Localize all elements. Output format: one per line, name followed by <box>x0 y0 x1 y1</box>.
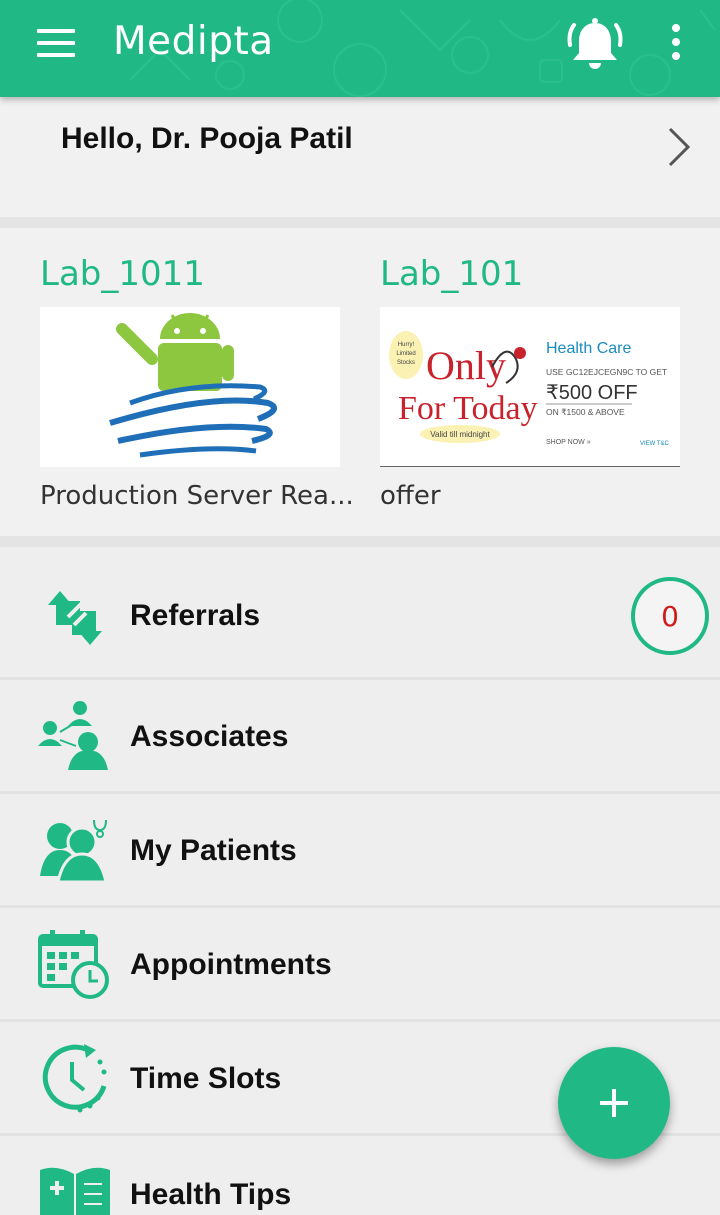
lab-name: Lab_101 <box>380 254 524 294</box>
menu-label: Referrals <box>130 599 261 632</box>
promo-amount: ₹500 OFF <box>546 382 638 404</box>
lab-caption: offer <box>380 481 441 511</box>
menu-label: Time Slots <box>130 1062 282 1095</box>
chevron-right-icon <box>668 127 691 167</box>
promo-terms: VIEW T&C <box>640 441 670 447</box>
health-book-icon <box>40 1167 110 1215</box>
menu-item-appointments[interactable]: Appointments <box>0 908 720 1022</box>
plus-icon <box>600 1089 628 1117</box>
menu-label: Health Tips <box>130 1178 292 1211</box>
menu-item-associates[interactable]: Associates <box>0 680 720 794</box>
add-button[interactable] <box>558 1047 670 1159</box>
promo-headline: For Today <box>398 390 538 427</box>
bell-icon[interactable] <box>564 15 626 73</box>
menu-item-my-patients[interactable]: My Patients <box>0 794 720 908</box>
promo-brand: Health Care <box>546 340 631 357</box>
menu-button[interactable] <box>37 29 75 57</box>
menu-label: Appointments <box>130 948 332 981</box>
divider <box>0 536 720 547</box>
promo-code-line: USE GC12EJCEGN9C TO GET <box>546 367 667 377</box>
menu-label: Associates <box>130 720 289 753</box>
promo-condition: ON ₹1500 & ABOVE <box>546 407 625 417</box>
promo-shop: SHOP NOW » <box>546 439 591 446</box>
associates-icon <box>38 701 108 770</box>
android-java-image <box>40 307 340 467</box>
labs-section: Lab_1011 Production Server Rea... Lab_10… <box>0 228 720 536</box>
clock-icon <box>42 1044 107 1113</box>
referrals-icon <box>48 591 102 645</box>
offer-banner: Hurry! Limited Stocks Only For Today Val… <box>380 307 680 467</box>
promo-hurry: Stocks <box>397 360 415 366</box>
promo-valid: Valid till midnight <box>430 430 490 439</box>
calendar-clock-icon <box>38 930 109 999</box>
lab-caption: Production Server Rea... <box>40 481 354 511</box>
greeting-row[interactable]: Hello, Dr. Pooja Patil <box>0 97 720 217</box>
lab-name: Lab_1011 <box>40 254 205 294</box>
promo-hurry: Hurry! <box>398 342 415 348</box>
divider <box>0 217 720 228</box>
more-vert-icon[interactable] <box>668 24 684 60</box>
patients-icon <box>40 819 108 884</box>
greeting-text: Hello, Dr. Pooja Patil <box>61 122 353 155</box>
referrals-count-badge: 0 <box>631 577 709 655</box>
app-bar: Medipta <box>0 0 720 97</box>
promo-hurry: Limited <box>396 351 415 357</box>
menu-label: My Patients <box>130 834 297 867</box>
menu-item-referrals[interactable]: Referrals 0 <box>0 547 720 680</box>
app-title: Medipta <box>113 19 274 64</box>
promo-headline: Only <box>426 343 506 388</box>
